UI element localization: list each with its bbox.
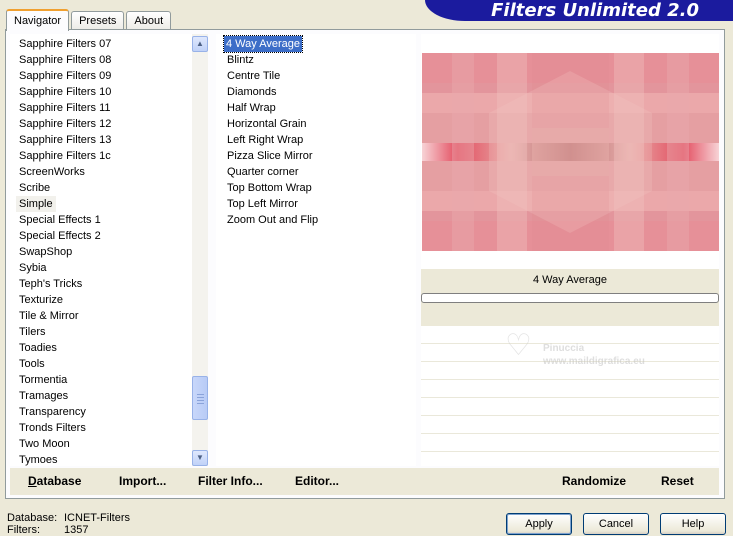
category-item[interactable]: Sapphire Filters 09	[16, 68, 114, 84]
preview-pattern-graphic	[422, 53, 719, 251]
tab-navigator[interactable]: Navigator	[6, 9, 70, 31]
watermark: ♡ Pinuccia www.maildigrafica.eu	[505, 331, 685, 371]
category-item[interactable]: Toadies	[16, 340, 60, 356]
scroll-down-button[interactable]: ▼	[192, 450, 208, 466]
filters-count-value: 1357	[64, 524, 89, 536]
preview-filter-name: 4 Way Average	[533, 274, 607, 286]
category-item[interactable]: Two Moon	[16, 436, 73, 452]
category-item[interactable]: Scribe	[16, 180, 53, 196]
preview-image	[422, 53, 719, 251]
category-item[interactable]: Tymoes	[16, 452, 61, 468]
watermark-name: Pinuccia	[543, 343, 585, 354]
category-item[interactable]: Sapphire Filters 07	[16, 36, 114, 52]
apply-button[interactable]: Apply	[506, 513, 572, 535]
filter-list[interactable]: 4 Way Average Blintz Centre Tile Diamonds Ha…	[216, 34, 416, 466]
category-item[interactable]: Special Effects 2	[16, 228, 104, 244]
reset-button[interactable]: Reset	[661, 468, 694, 495]
filter-item[interactable]: Half Wrap	[224, 100, 279, 116]
title-banner: Filters Unlimited 2.0	[425, 0, 733, 21]
category-item[interactable]: Special Effects 1	[16, 212, 104, 228]
filter-info-button[interactable]: Filter Info...	[198, 468, 263, 495]
watermark-url: www.maildigrafica.eu	[543, 356, 645, 367]
database-label: atabase	[36, 474, 82, 488]
category-item[interactable]: Sapphire Filters 12	[16, 116, 114, 132]
randomize-button[interactable]: Randomize	[562, 468, 626, 495]
category-item[interactable]: Sapphire Filters 13	[16, 132, 114, 148]
filter-item[interactable]: Centre Tile	[224, 68, 283, 84]
category-item[interactable]: Tramages	[16, 388, 71, 404]
app-title: Filters Unlimited 2.0	[491, 0, 699, 21]
filter-list-items: 4 Way Average Blintz Centre Tile Diamonds Ha…	[223, 35, 414, 228]
category-item[interactable]: Transparency	[16, 404, 89, 420]
category-list[interactable]: Sapphire Filters 07 Sapphire Filters 08 Sa…	[10, 34, 208, 466]
database-button[interactable]: Database	[28, 468, 81, 495]
category-item[interactable]: Sapphire Filters 1c	[16, 148, 114, 164]
category-item[interactable]: Tronds Filters	[16, 420, 89, 436]
filter-item[interactable]: Diamonds	[224, 84, 280, 100]
help-button[interactable]: Help	[660, 513, 726, 535]
filter-item[interactable]: Top Bottom Wrap	[224, 180, 315, 196]
category-item[interactable]: Simple	[16, 196, 56, 212]
category-item[interactable]: Tilers	[16, 324, 48, 340]
category-item[interactable]: Sapphire Filters 10	[16, 84, 114, 100]
watermark-logo-icon: ♡	[505, 329, 532, 362]
tab-about[interactable]: About	[126, 11, 172, 30]
filter-item[interactable]: Left Right Wrap	[224, 132, 306, 148]
category-item[interactable]: Teph's Tricks	[16, 276, 85, 292]
database-info-value: ICNET-Filters	[64, 512, 130, 524]
filters-count-label: Filters:	[7, 524, 40, 536]
database-info: Database: ICNET-Filters Filters: 1357	[7, 512, 130, 536]
database-info-label: Database:	[7, 512, 58, 524]
cancel-button[interactable]: Cancel	[583, 513, 649, 535]
filter-item[interactable]: Pizza Slice Mirror	[224, 148, 316, 164]
import-button[interactable]: Import...	[119, 468, 166, 495]
tab-presets[interactable]: Presets	[71, 11, 125, 30]
scroll-up-button[interactable]: ▲	[192, 36, 208, 52]
category-item[interactable]: Sapphire Filters 08	[16, 52, 114, 68]
category-item[interactable]: Sybia	[16, 260, 50, 276]
category-list-items: Sapphire Filters 07 Sapphire Filters 08 Sa…	[16, 36, 198, 468]
navigator-toolbar: Database Import... Filter Info... Editor…	[10, 468, 719, 495]
filter-item[interactable]: Quarter corner	[224, 164, 302, 180]
tab-strip: Navigator Presets About	[6, 8, 173, 31]
editor-button[interactable]: Editor...	[295, 468, 339, 495]
filter-item[interactable]: 4 Way Average	[223, 35, 303, 53]
category-item[interactable]: Tormentia	[16, 372, 70, 388]
preview-bottom-margin	[421, 251, 719, 269]
category-item[interactable]: Tools	[16, 356, 48, 372]
progress-bar	[421, 293, 719, 303]
category-item[interactable]: Texturize	[16, 292, 66, 308]
filter-item[interactable]: Top Left Mirror	[224, 196, 301, 212]
filter-item[interactable]: Horizontal Grain	[224, 116, 309, 132]
scroll-thumb[interactable]	[192, 376, 208, 420]
category-scrollbar[interactable]: ▲ ▼	[192, 34, 208, 466]
category-item[interactable]: SwapShop	[16, 244, 75, 260]
category-item[interactable]: Tile & Mirror	[16, 308, 81, 324]
category-item[interactable]: Sapphire Filters 11	[16, 100, 114, 116]
filter-item[interactable]: Blintz	[224, 52, 257, 68]
category-item[interactable]: ScreenWorks	[16, 164, 88, 180]
database-accesskey: D	[28, 474, 37, 488]
filter-item[interactable]: Zoom Out and Flip	[224, 212, 321, 228]
